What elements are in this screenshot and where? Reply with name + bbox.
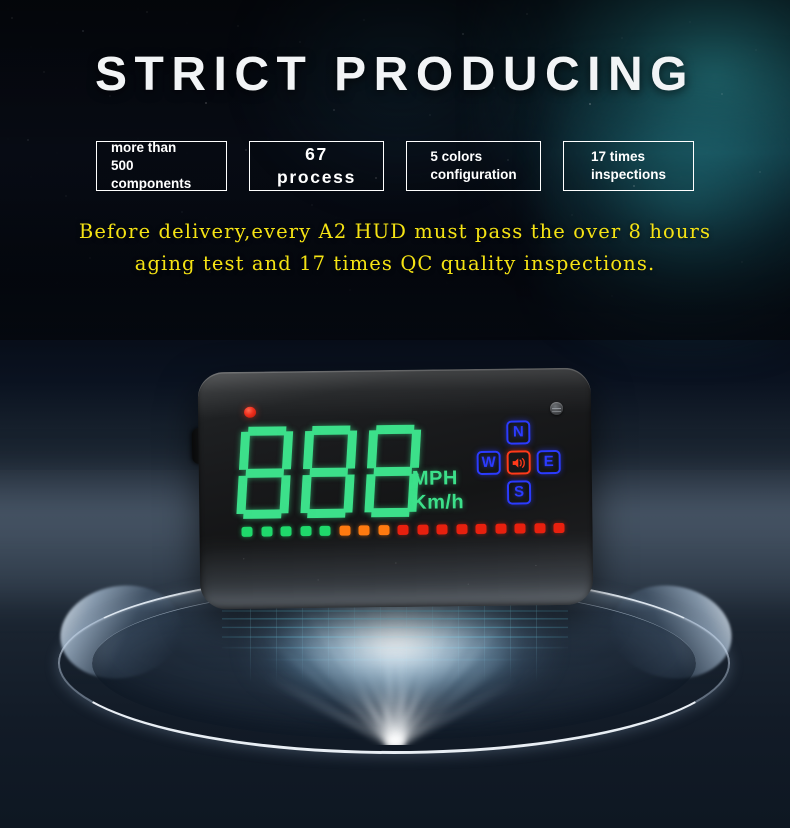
- compass-west: W: [476, 450, 501, 476]
- unit-kmh: Km/h: [412, 490, 465, 514]
- segment-f: [302, 430, 315, 470]
- badge-17-times-inspections: 17 times inspections: [563, 141, 694, 191]
- badge-more-than-500-components: more than 500 components: [96, 140, 227, 191]
- segment-c: [279, 475, 291, 514]
- compass-east: E: [536, 449, 561, 475]
- device-top-gloss: [197, 367, 592, 419]
- seven-segment-digit: [236, 426, 294, 519]
- bar-segment-red: [533, 523, 546, 534]
- bar-segment-green: [299, 526, 312, 537]
- hud-device: MPH Km/h N W E S: [197, 367, 594, 610]
- bar-segment-red: [416, 524, 429, 535]
- segment-c: [343, 474, 355, 513]
- bar-segment-green: [319, 525, 331, 536]
- bar-segment-red: [514, 523, 526, 534]
- bar-segment-green: [260, 526, 273, 537]
- bar-segment-red: [553, 522, 565, 534]
- compass-south: S: [506, 480, 532, 505]
- bar-segment-orange: [358, 525, 370, 536]
- promo-banner: STRICT PRODUCING more than 500 component…: [0, 0, 790, 828]
- bar-segment-red: [494, 523, 507, 534]
- bar-segment-red: [397, 524, 409, 535]
- segment-b: [345, 430, 358, 469]
- unit-mph: MPH: [411, 467, 458, 490]
- subtitle-line-2: aging test and 17 times QC quality inspe…: [134, 251, 656, 275]
- segment-b: [281, 431, 294, 470]
- segment-a: [311, 425, 351, 436]
- subtitle-line-1: Before delivery,every A2 HUD must pass t…: [78, 220, 712, 243]
- segment-a: [375, 424, 415, 435]
- badge-label: more than 500 components: [111, 140, 192, 191]
- bar-segment-red: [475, 523, 487, 535]
- segment-f: [366, 430, 379, 469]
- segment-g: [245, 467, 285, 478]
- segment-f: [238, 431, 251, 470]
- speaker-icon: [506, 450, 531, 475]
- bar-segment-orange: [377, 525, 390, 536]
- bar-segment-green: [280, 526, 292, 537]
- segment-d: [243, 509, 282, 519]
- compass-north: N: [506, 420, 531, 445]
- segment-a: [247, 426, 287, 436]
- device-bottom-speckles: [199, 542, 594, 604]
- red-led-indicator: [243, 406, 257, 418]
- segment-e: [364, 474, 376, 513]
- bar-segment-red: [455, 524, 468, 535]
- segment-g: [373, 466, 413, 476]
- seven-segment-digit: [300, 425, 358, 519]
- segment-b: [409, 429, 422, 468]
- badge-label: 67 process: [276, 143, 357, 187]
- holographic-core-glow: [280, 600, 510, 696]
- light-sensor: [549, 401, 564, 416]
- segment-d: [371, 507, 410, 518]
- segment-d: [307, 508, 346, 519]
- bar-segment-green: [241, 526, 253, 537]
- bar-segment-orange: [338, 525, 351, 536]
- badge-67-process: 67 process: [249, 141, 384, 191]
- segment-e: [236, 475, 248, 514]
- badge-label: 5 colors configuration: [430, 149, 517, 182]
- badge-5-colors-configuration: 5 colors configuration: [406, 141, 541, 191]
- badge-label: 17 times inspections: [590, 149, 666, 182]
- compass-cluster: N W E S: [476, 420, 561, 505]
- segment-e: [300, 475, 312, 514]
- speed-digits: [236, 424, 422, 519]
- page-title: STRICT PRODUCING: [95, 48, 695, 101]
- feature-badge-row: more than 500 components 67 process 5 co…: [0, 140, 790, 191]
- segment-g: [309, 467, 349, 477]
- unit-labels: MPH Km/h: [412, 467, 465, 515]
- bar-segment-red: [436, 524, 448, 535]
- subtitle-block: Before delivery,every A2 HUD must pass t…: [0, 216, 790, 279]
